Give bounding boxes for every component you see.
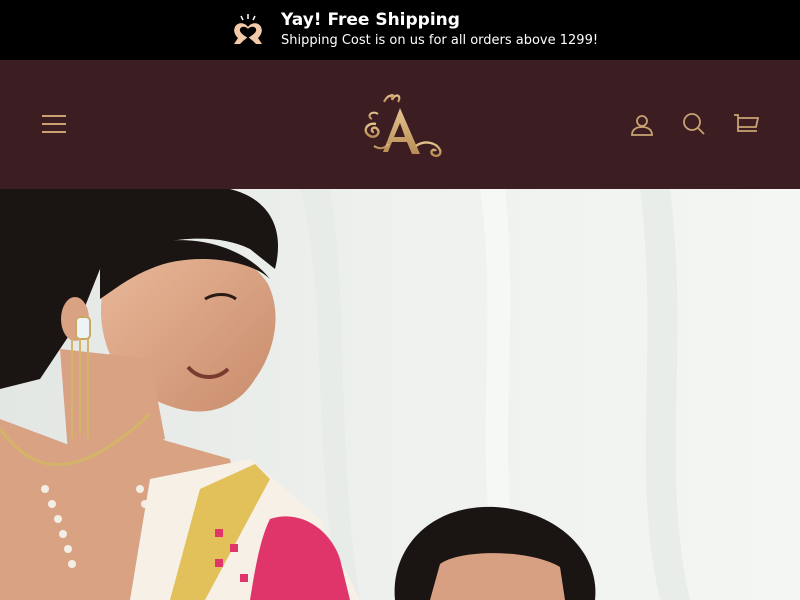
account-button[interactable] — [622, 105, 662, 145]
site-header — [0, 60, 800, 189]
cart-icon — [734, 114, 759, 132]
announcement-subtitle: Shipping Cost is on us for all orders ab… — [281, 33, 599, 48]
search-button[interactable] — [674, 104, 714, 144]
account-icon — [631, 115, 653, 136]
site-logo[interactable] — [354, 88, 450, 160]
announcement-bar: Yay! Free Shipping Shipping Cost is on u… — [0, 0, 800, 60]
hamburger-icon — [42, 115, 66, 133]
monogram-a-logo — [364, 94, 442, 158]
announcement-title: Yay! Free Shipping — [281, 10, 460, 30]
search-icon — [683, 113, 705, 135]
hero-banner[interactable] — [0, 189, 800, 600]
menu-button[interactable] — [34, 104, 74, 144]
hero-photo — [0, 189, 800, 600]
cart-button[interactable] — [726, 104, 766, 144]
heart-hands-icon — [234, 14, 262, 44]
